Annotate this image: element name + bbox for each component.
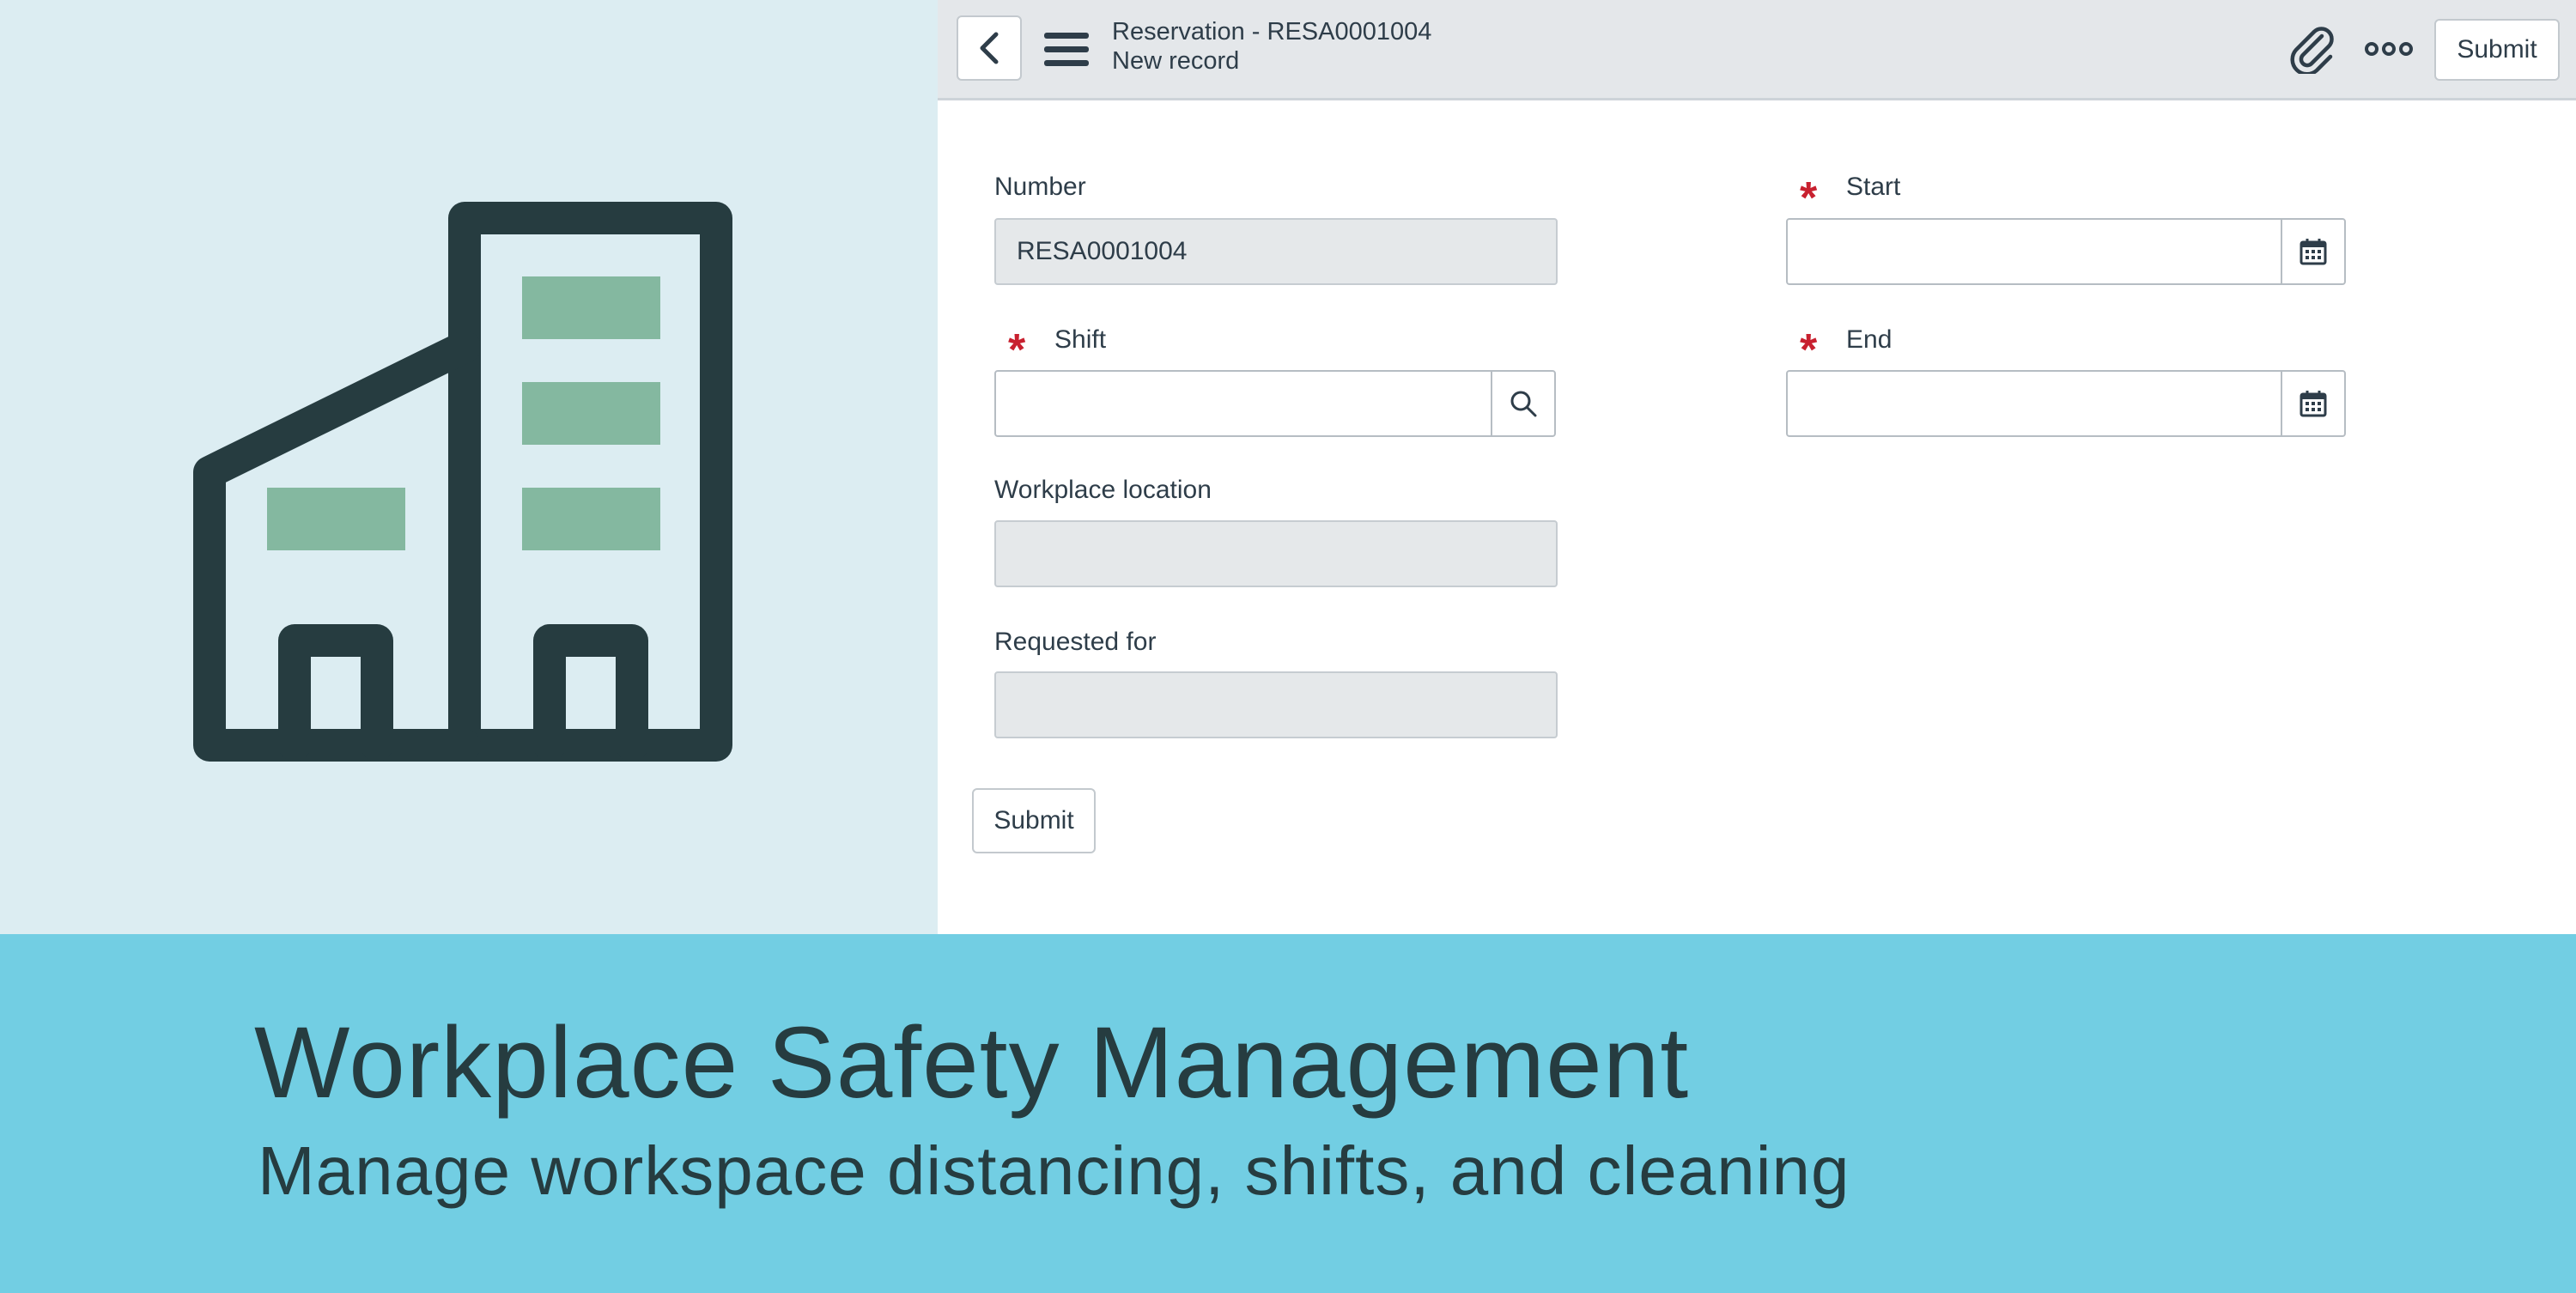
record-title: Reservation - RESA0001004 bbox=[1112, 18, 1432, 46]
record-header: Reservation - RESA0001004 New record Sub… bbox=[938, 0, 2576, 100]
paperclip-icon[interactable] bbox=[2287, 24, 2337, 76]
number-field[interactable]: RESA0001004 bbox=[994, 218, 1558, 285]
more-options-icon[interactable] bbox=[2365, 38, 2413, 60]
chevron-left-icon bbox=[980, 32, 999, 64]
banner-title: Workplace Safety Management bbox=[254, 1006, 1690, 1120]
shift-input[interactable] bbox=[994, 370, 1556, 437]
start-calendar-button[interactable] bbox=[2281, 220, 2344, 283]
requested-for-field[interactable] bbox=[994, 671, 1558, 738]
start-input[interactable] bbox=[1786, 218, 2346, 285]
search-icon bbox=[1510, 391, 1537, 417]
banner-subtitle: Manage workspace distancing, shifts, and… bbox=[258, 1132, 1850, 1209]
product-banner: Workplace Safety Management Manage works… bbox=[0, 934, 2576, 1293]
workplace-location-field[interactable] bbox=[994, 520, 1558, 587]
calendar-icon bbox=[2300, 391, 2327, 417]
number-label: Number bbox=[994, 173, 1086, 201]
reservation-form-panel: Reservation - RESA0001004 New record Sub… bbox=[938, 0, 2576, 934]
requested-for-label: Requested for bbox=[994, 628, 1157, 656]
shift-required-marker: * bbox=[1008, 325, 1026, 375]
calendar-icon bbox=[2300, 239, 2327, 265]
shift-label: Shift bbox=[1054, 325, 1107, 354]
start-label: Start bbox=[1846, 173, 1901, 201]
office-building-icon bbox=[193, 202, 732, 762]
header-submit-button[interactable]: Submit bbox=[2434, 19, 2560, 81]
shift-lookup-button[interactable] bbox=[1491, 372, 1554, 435]
end-calendar-button[interactable] bbox=[2281, 372, 2344, 435]
form-submit-button[interactable]: Submit bbox=[972, 788, 1096, 853]
record-subtitle: New record bbox=[1112, 47, 1240, 75]
record-title-block: Reservation - RESA0001004 New record bbox=[1112, 17, 1431, 76]
hamburger-menu-icon[interactable] bbox=[1044, 31, 1089, 69]
start-required-marker: * bbox=[1800, 173, 1818, 223]
back-button[interactable] bbox=[957, 15, 1022, 81]
end-label: End bbox=[1846, 325, 1893, 354]
workplace-location-label: Workplace location bbox=[994, 476, 1212, 504]
end-input[interactable] bbox=[1786, 370, 2346, 437]
end-required-marker: * bbox=[1800, 325, 1818, 375]
illustration-panel bbox=[0, 0, 938, 934]
